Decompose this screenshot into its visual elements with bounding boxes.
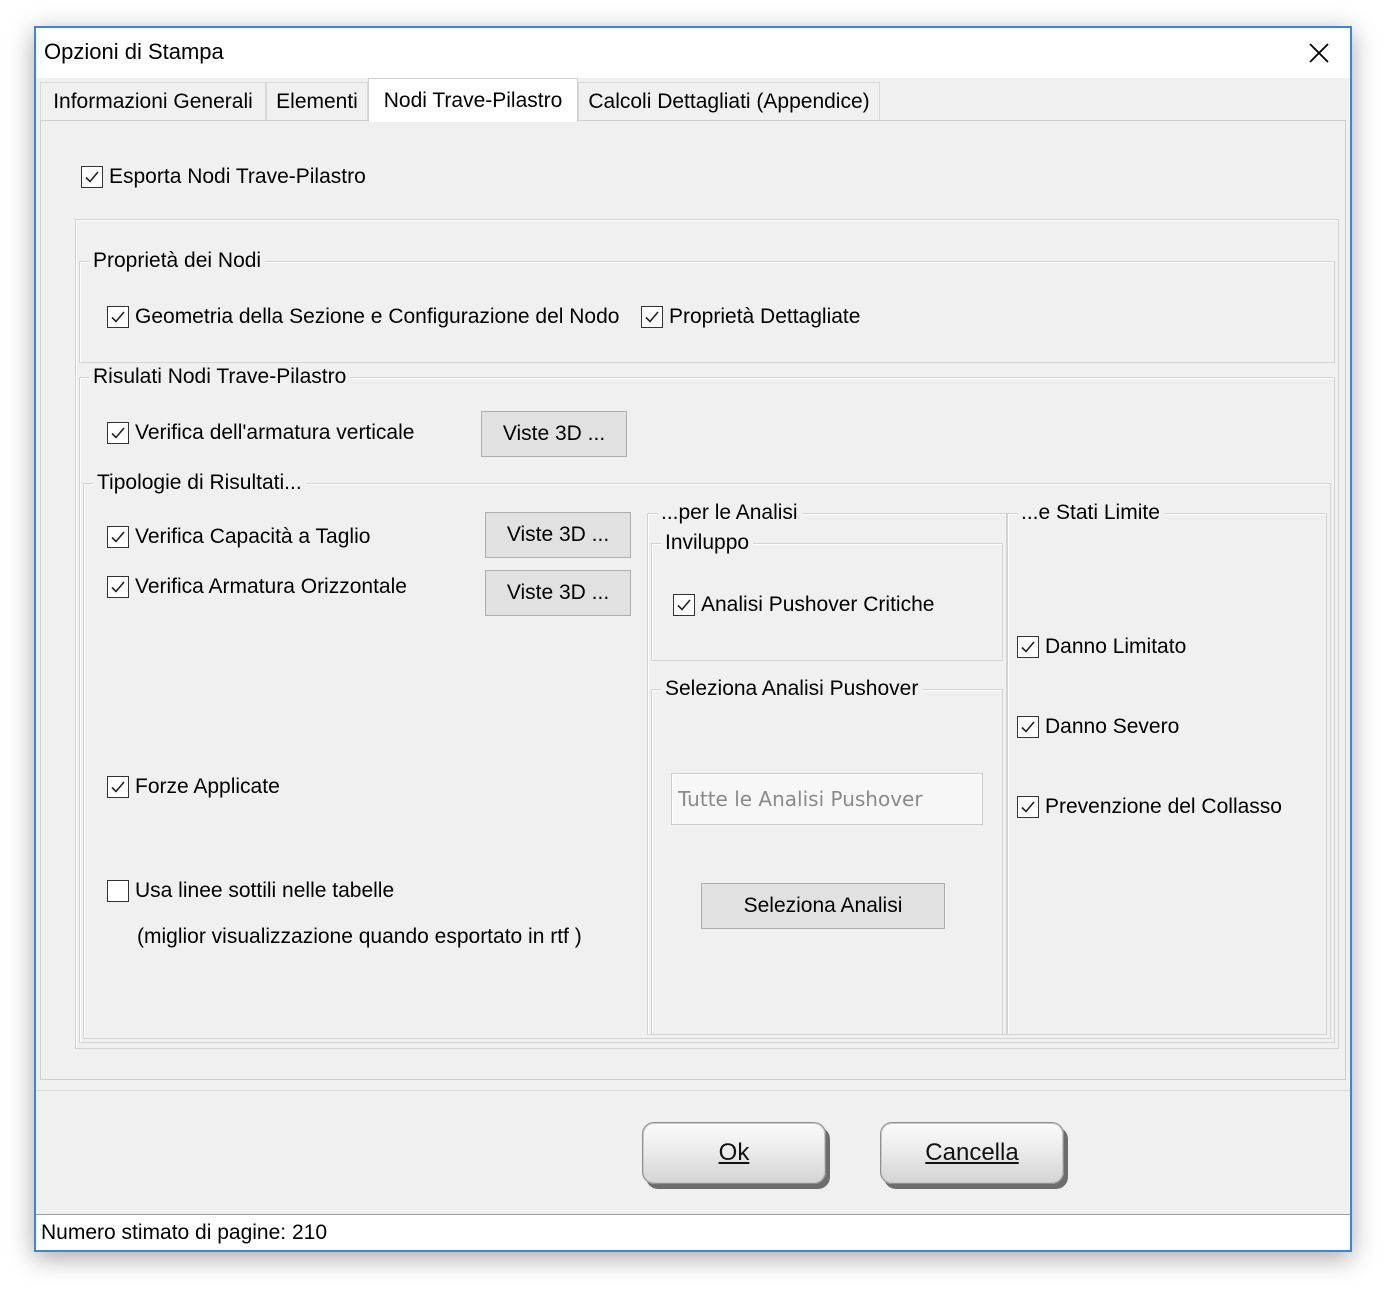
checkmark-icon [111, 427, 125, 439]
checkbox-box [107, 306, 129, 328]
critical-pushover-checkbox[interactable]: Analisi Pushover Critiche [673, 591, 934, 619]
shear-capacity-checkbox[interactable]: Verifica Capacità a Taglio [107, 523, 370, 551]
geometry-label: Geometria della Sezione e Configurazione… [135, 305, 620, 328]
checkbox-box [81, 166, 103, 188]
shear-capacity-label: Verifica Capacità a Taglio [135, 525, 371, 548]
select-analysis-button[interactable]: Seleziona Analisi [701, 883, 945, 929]
checkmark-icon [111, 531, 125, 543]
thin-lines-label: Usa linee sottili nelle tabelle [135, 879, 395, 902]
vertical-reinforcement-label: Verifica dell'armatura verticale [135, 421, 415, 444]
checkbox-box [107, 526, 129, 548]
limit-state-label: Danno Severo [1045, 715, 1180, 738]
status-bar: Numero stimato di pagine: 210 [36, 1214, 1350, 1250]
checkmark-icon [677, 599, 691, 611]
checkbox-box [107, 576, 129, 598]
detailed-properties-label: Proprietà Dettagliate [669, 305, 861, 328]
page-count-status: Numero stimato di pagine: 210 [41, 1221, 327, 1244]
checkmark-icon [85, 171, 99, 183]
ok-label: Ok [718, 1139, 750, 1166]
checkmark-icon [645, 311, 659, 323]
checkbox-box [641, 306, 663, 328]
title-bar: Opzioni di Stampa [36, 28, 1350, 78]
tab-elementi[interactable]: Elementi [266, 82, 368, 120]
checkmark-icon [1021, 801, 1035, 813]
applied-forces-label: Forze Applicate [135, 775, 280, 798]
close-button[interactable] [1288, 28, 1350, 78]
checkbox-box [107, 422, 129, 444]
limit-state-label: Danno Limitato [1045, 635, 1187, 658]
limit-state-label: Prevenzione del Collasso [1045, 795, 1282, 818]
critical-pushover-label: Analisi Pushover Critiche [701, 593, 935, 616]
checkbox-box [1017, 796, 1039, 818]
cancel-label: Cancella [925, 1139, 1019, 1166]
checkbox-box [1017, 716, 1039, 738]
shear-views-3d-button[interactable]: Viste 3D ... [485, 512, 631, 558]
checkmark-icon [111, 311, 125, 323]
ok-button[interactable]: Ok [642, 1122, 826, 1184]
vertical-views-3d-button[interactable]: Viste 3D ... [481, 411, 627, 457]
checkmark-icon [1021, 721, 1035, 733]
limit-states-legend: ...e Stati Limite [1017, 501, 1164, 525]
checkbox-box [673, 594, 695, 616]
tab-label: Calcoli Dettagliati (Appendice) [588, 89, 870, 113]
tab-informazioni-generali[interactable]: Informazioni Generali [40, 82, 266, 120]
limit-states-group [1007, 513, 1327, 1035]
checkbox-box [107, 776, 129, 798]
checkbox-box [107, 880, 129, 902]
tab-nodi-trave-pilastro[interactable]: Nodi Trave-Pilastro [368, 78, 578, 122]
limit-state-checkbox[interactable]: Prevenzione del Collasso [1017, 793, 1282, 821]
horizontal-views-3d-button[interactable]: Viste 3D ... [485, 570, 631, 616]
cancel-button[interactable]: Cancella [880, 1122, 1064, 1184]
results-legend: Risulati Nodi Trave-Pilastro [89, 365, 351, 389]
close-icon [1309, 43, 1329, 63]
checkmark-icon [111, 581, 125, 593]
export-label: Esporta Nodi Trave-Pilastro [109, 165, 366, 188]
node-properties-legend: Proprietà dei Nodi [89, 249, 266, 273]
analysis-legend: ...per le Analisi [657, 501, 802, 525]
detailed-properties-checkbox[interactable]: Proprietà Dettagliate [641, 303, 860, 331]
tab-label: Elementi [276, 89, 358, 113]
thin-lines-note: (miglior visualizzazione quando esportat… [137, 925, 582, 948]
checkmark-icon [1021, 641, 1035, 653]
horizontal-reinforcement-label: Verifica Armatura Orizzontale [135, 575, 407, 598]
divider [36, 1090, 1350, 1091]
select-pushover-group [651, 689, 1003, 1035]
tab-calcoli-dettagliati[interactable]: Calcoli Dettagliati (Appendice) [578, 82, 880, 120]
applied-forces-checkbox[interactable]: Forze Applicate [107, 773, 280, 801]
window-title: Opzioni di Stampa [44, 39, 224, 64]
export-checkbox[interactable]: Esporta Nodi Trave-Pilastro [81, 163, 366, 191]
tab-label: Nodi Trave-Pilastro [383, 88, 563, 112]
limit-state-checkbox[interactable]: Danno Severo [1017, 713, 1179, 741]
result-types-legend: Tipologie di Risultati... [93, 471, 306, 495]
checkbox-box [1017, 636, 1039, 658]
vertical-reinforcement-checkbox[interactable]: Verifica dell'armatura verticale [107, 419, 414, 447]
limit-state-checkbox[interactable]: Danno Limitato [1017, 633, 1186, 661]
geometry-checkbox[interactable]: Geometria della Sezione e Configurazione… [107, 303, 619, 331]
tab-label: Informazioni Generali [53, 89, 253, 113]
envelope-legend: Inviluppo [661, 531, 754, 555]
tab-page-nodi: Esporta Nodi Trave-Pilastro Proprietà de… [40, 120, 1346, 1080]
selected-pushover-field[interactable]: Tutte le Analisi Pushover [671, 773, 983, 825]
print-options-dialog: Opzioni di Stampa Informazioni Generali … [34, 26, 1352, 1252]
checkmark-icon [111, 781, 125, 793]
select-pushover-legend: Seleziona Analisi Pushover [661, 677, 923, 701]
thin-lines-checkbox[interactable]: Usa linee sottili nelle tabelle [107, 877, 394, 905]
horizontal-reinforcement-checkbox[interactable]: Verifica Armatura Orizzontale [107, 573, 407, 601]
